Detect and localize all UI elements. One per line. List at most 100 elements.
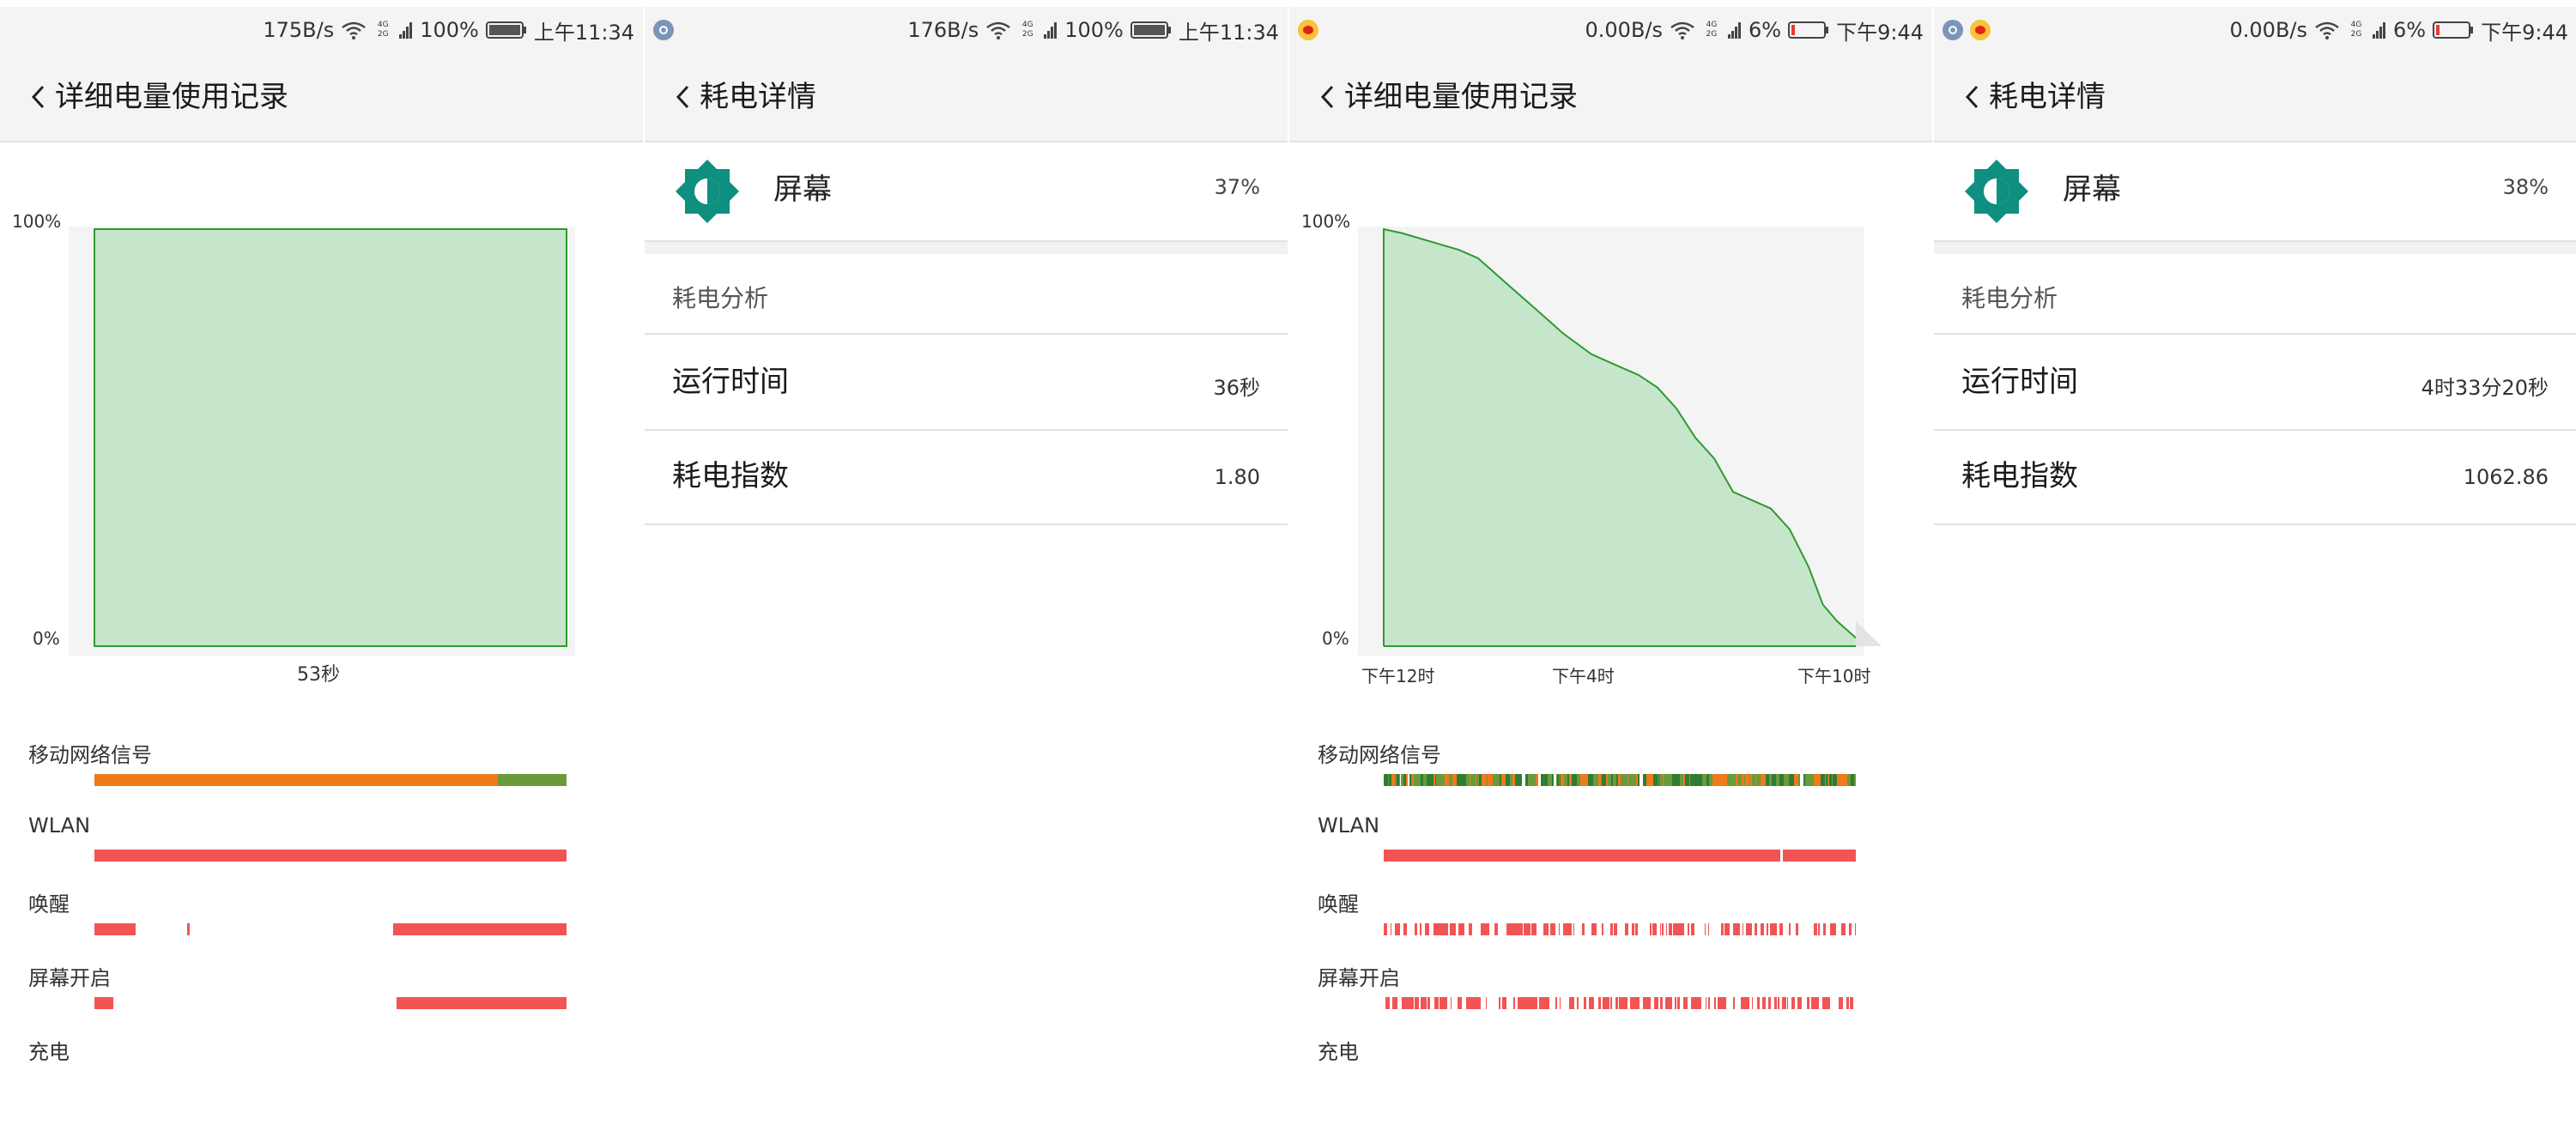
divider <box>645 333 1288 335</box>
track-label-wlan: WLAN <box>28 813 91 838</box>
divider <box>645 523 1288 525</box>
track-segment <box>1700 997 1701 1009</box>
y-tick-min: 0% <box>33 628 60 649</box>
track-segment <box>1687 997 1688 1009</box>
battery-chart <box>94 228 567 647</box>
clock: 下午9:44 <box>2481 20 2568 45</box>
track-segment <box>1398 923 1400 935</box>
track-segment <box>1385 997 1390 1009</box>
track-segment <box>1602 923 1603 935</box>
track-segment <box>1594 923 1597 935</box>
remaining-projection <box>1856 621 1882 646</box>
track-segment <box>1671 997 1672 1009</box>
track-segment <box>1635 997 1640 1009</box>
y-tick-min: 0% <box>1322 628 1349 649</box>
app-usage-percent: 38% <box>2502 175 2549 199</box>
track-segment <box>1798 774 1800 786</box>
track-segment <box>1567 923 1572 935</box>
track-segment <box>1614 923 1617 935</box>
track-segment <box>1779 923 1783 935</box>
track-segment <box>1560 997 1561 1009</box>
app-notification-icon <box>1943 20 1963 40</box>
battery-low-icon <box>2433 21 2474 39</box>
app-name: 屏幕 <box>2063 172 2121 207</box>
track-segment <box>1650 923 1652 935</box>
weibo-icon <box>1970 20 1991 40</box>
track-segment <box>1469 923 1472 935</box>
track-segment <box>1486 923 1489 935</box>
track-label-charging: 充电 <box>1318 1040 1359 1064</box>
track-segment <box>1722 997 1726 1009</box>
track-segment <box>1729 923 1730 935</box>
track-segment <box>1458 997 1462 1009</box>
track-segment <box>1605 997 1609 1009</box>
y-tick-max: 100% <box>12 211 62 232</box>
track-segment <box>1849 923 1852 935</box>
back-arrow-icon[interactable] <box>670 82 696 112</box>
track-segment <box>1752 997 1753 1009</box>
track-segment <box>1705 923 1706 935</box>
track-segment <box>1544 923 1549 935</box>
track-segment <box>1411 997 1414 1009</box>
track-segment <box>1647 997 1651 1009</box>
wifi-icon <box>986 21 1010 39</box>
track-segment <box>1399 774 1400 786</box>
track-segment <box>1582 923 1585 935</box>
track-segment <box>1677 997 1680 1009</box>
track-segment <box>1573 923 1574 935</box>
track-segment <box>1494 923 1498 935</box>
x-tick-label: 53秒 <box>297 664 340 686</box>
track-segment <box>1600 997 1601 1009</box>
track-segment <box>1652 923 1657 935</box>
track-segment <box>1662 923 1664 935</box>
runtime-label: 运行时间 <box>672 365 789 399</box>
runtime-value: 4时33分20秒 <box>2421 376 2549 400</box>
back-arrow-icon[interactable] <box>1960 82 1985 112</box>
track-segment <box>1823 923 1826 935</box>
track-segment <box>1462 923 1464 935</box>
divider <box>1934 523 2576 525</box>
runtime-label: 运行时间 <box>1961 365 2078 399</box>
power-index-value: 1.80 <box>1214 465 1260 489</box>
track-segment <box>1688 923 1689 935</box>
section-spacer <box>645 242 1288 254</box>
runtime-value: 36秒 <box>1213 376 1260 400</box>
clock: 上午11:34 <box>1178 20 1279 45</box>
track-segment <box>1841 923 1846 935</box>
track-segment <box>1452 923 1456 935</box>
track-segment <box>1782 997 1786 1009</box>
track-segment <box>1855 923 1856 935</box>
track-segment <box>1425 923 1429 935</box>
app-summary-row: 屏幕 37% <box>645 141 1288 242</box>
section-header: 耗电分析 <box>1961 284 2058 312</box>
net-speed: 176B/s <box>907 18 979 42</box>
track-segment <box>1764 997 1766 1009</box>
track-segment <box>1787 997 1788 1009</box>
track-segment <box>1559 923 1560 935</box>
track-segment <box>1669 923 1672 935</box>
track-segment <box>1774 997 1777 1009</box>
track-segment <box>1573 997 1574 1009</box>
track-segment <box>1660 997 1663 1009</box>
track-segment <box>1518 774 1522 786</box>
track-segment <box>1384 923 1387 935</box>
track-segment <box>1486 997 1487 1009</box>
app-header: 耗电详情 <box>645 53 1288 142</box>
track-segment <box>1852 997 1853 1009</box>
track-segment <box>1451 997 1452 1009</box>
track-segment <box>1761 923 1764 935</box>
track-segment <box>1417 997 1419 1009</box>
track-segment <box>1833 923 1836 935</box>
track-segment <box>1443 997 1447 1009</box>
track-segment <box>1818 923 1820 935</box>
track-segment <box>1789 923 1791 935</box>
x-tick-label: 下午4时 <box>1552 666 1615 686</box>
track-segment <box>1854 774 1856 786</box>
track-segment <box>1815 997 1819 1009</box>
screen-power-detail-2: 0.00B/s 4G 2G 6% 下午9:44 耗电详情 屏幕 38% 耗电分析 … <box>1934 7 2576 1143</box>
power-index-label: 耗电指数 <box>1961 459 2078 493</box>
track-segment <box>1404 923 1407 935</box>
track-segment <box>1807 997 1809 1009</box>
track-segment <box>1638 774 1640 786</box>
section-header: 耗电分析 <box>672 284 769 312</box>
